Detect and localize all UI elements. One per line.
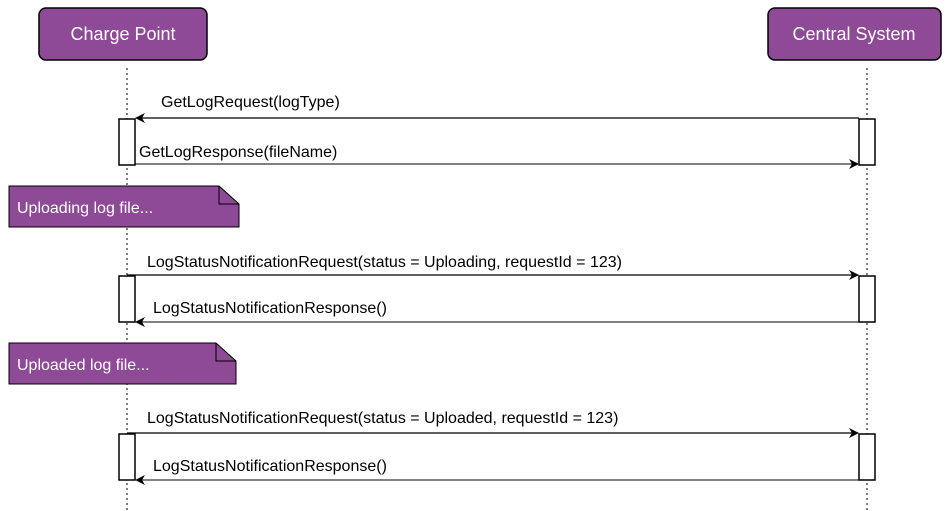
participant-central-system: Central System (767, 7, 942, 61)
message-label: LogStatusNotificationRequest(status = Up… (147, 254, 622, 271)
message-label: LogStatusNotificationRequest(status = Up… (147, 410, 618, 427)
message-label: GetLogRequest(logType) (161, 94, 340, 111)
note-uploading: Uploading log file... (8, 185, 240, 228)
activation-box (858, 118, 876, 166)
activation-box (118, 118, 136, 166)
note-label: Uploading log file... (17, 200, 153, 217)
message-log-status-notification-response: LogStatusNotificationResponse() (135, 458, 859, 485)
participant-charge-point-label: Charge Point (70, 24, 175, 44)
activation-box (858, 275, 876, 323)
activation-box (858, 433, 876, 481)
participant-charge-point: Charge Point (38, 7, 208, 61)
note-label: Uploaded log file... (17, 357, 150, 374)
message-get-log-request: GetLogRequest(logType) (135, 94, 859, 123)
note-uploaded: Uploaded log file... (8, 342, 237, 385)
message-log-status-notification-request-uploaded: LogStatusNotificationRequest(status = Up… (127, 410, 859, 438)
message-log-status-notification-response: LogStatusNotificationResponse() (135, 300, 859, 327)
message-get-log-response: GetLogResponse(fileName) (135, 144, 859, 169)
activation-box (118, 275, 136, 323)
sequence-diagram: Charge Point Central System GetLogReques… (8, 7, 942, 511)
message-log-status-notification-request-uploading: LogStatusNotificationRequest(status = Up… (127, 254, 859, 280)
message-label: LogStatusNotificationResponse() (153, 300, 387, 317)
activation-box (118, 433, 136, 481)
message-label: GetLogResponse(fileName) (139, 144, 337, 161)
message-label: LogStatusNotificationResponse() (153, 458, 387, 475)
participant-central-system-label: Central System (792, 24, 915, 44)
